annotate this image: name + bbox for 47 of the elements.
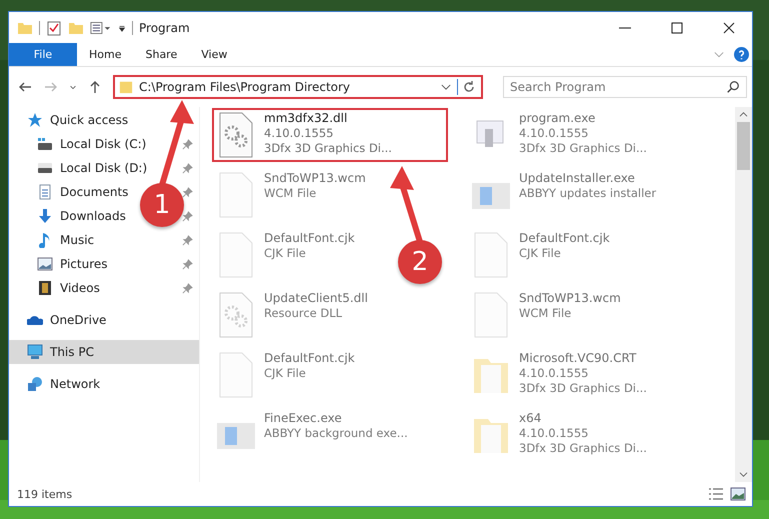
file-detail: 3Dfx 3D Graphics Di...: [519, 381, 647, 396]
file-detail: 3Dfx 3D Graphics Di...: [519, 141, 647, 156]
ribbon-tab[interactable]: Home: [77, 43, 134, 66]
file-detail: 4.10.0.1555: [519, 426, 590, 441]
file-detail: Resource DLL: [264, 306, 344, 321]
file-name[interactable]: SndToWP13.wcm: [519, 291, 621, 306]
file-detail: ABBYY background exe...: [264, 426, 408, 441]
address-bar[interactable]: C:\Program Files\Program Directory: [113, 75, 483, 99]
file-name[interactable]: DefaultFont.cjk: [264, 231, 355, 246]
sidebar-item[interactable]: Pictures: [9, 252, 112, 276]
file-name[interactable]: DefaultFont.cjk: [264, 351, 355, 366]
sidebar-item[interactable]: Videos: [9, 276, 104, 300]
file-detail: 4.10.0.1555: [519, 366, 590, 381]
file-detail: 3Dfx 3D Graphics Di...: [519, 441, 647, 456]
search-field[interactable]: Search Program: [503, 76, 747, 98]
file-detail: CJK File: [264, 366, 307, 381]
file-detail: CJK File: [264, 246, 307, 261]
sidebar-item[interactable]: Local Disk (C:): [9, 132, 150, 156]
file-name[interactable]: DefaultFont.cjk: [519, 231, 610, 246]
window-title: Program: [139, 20, 190, 34]
file-name[interactable]: Microsoft.VC90.CRT: [519, 351, 647, 366]
file-name[interactable]: FineExec.exe: [264, 411, 408, 426]
sidebar-item[interactable]: This PC: [9, 340, 199, 364]
sidebar-item[interactable]: Downloads: [9, 204, 130, 228]
sidebar-item[interactable]: OneDrive: [9, 308, 110, 332]
sidebar-item[interactable]: Documents: [9, 180, 132, 204]
file-name[interactable]: UpdateInstaller.exe: [519, 171, 656, 186]
file-detail: 4.10.0.1555: [519, 126, 590, 141]
file-name[interactable]: program.exe: [519, 111, 647, 126]
file-detail: ABBYY updates installer: [519, 186, 656, 201]
file-detail: WCM File: [264, 186, 318, 201]
file-name[interactable]: x64: [519, 411, 647, 426]
file-name[interactable]: SndToWP13.wcm: [264, 171, 366, 186]
file-detail: 4.10.0.1555: [264, 126, 334, 141]
sidebar-item[interactable]: Network: [9, 372, 104, 396]
file-name[interactable]: mm3dfx32.dll: [264, 111, 392, 126]
sidebar-item[interactable]: Local Disk (D:): [9, 156, 152, 180]
file-name[interactable]: UpdateClient5.dll: [264, 291, 368, 306]
ribbon-tab[interactable]: View: [189, 43, 240, 66]
item-count: 119 items: [17, 488, 72, 500]
file-menu-button[interactable]: File: [9, 43, 77, 66]
file-detail: WCM File: [519, 306, 572, 321]
ribbon-tab[interactable]: Share: [133, 43, 190, 66]
file-detail: 3Dfx 3D Graphics Di...: [264, 141, 392, 156]
sidebar-item[interactable]: Music: [9, 228, 98, 252]
file-detail: CJK File: [519, 246, 562, 261]
sidebar-item[interactable]: Quick access: [9, 108, 132, 132]
